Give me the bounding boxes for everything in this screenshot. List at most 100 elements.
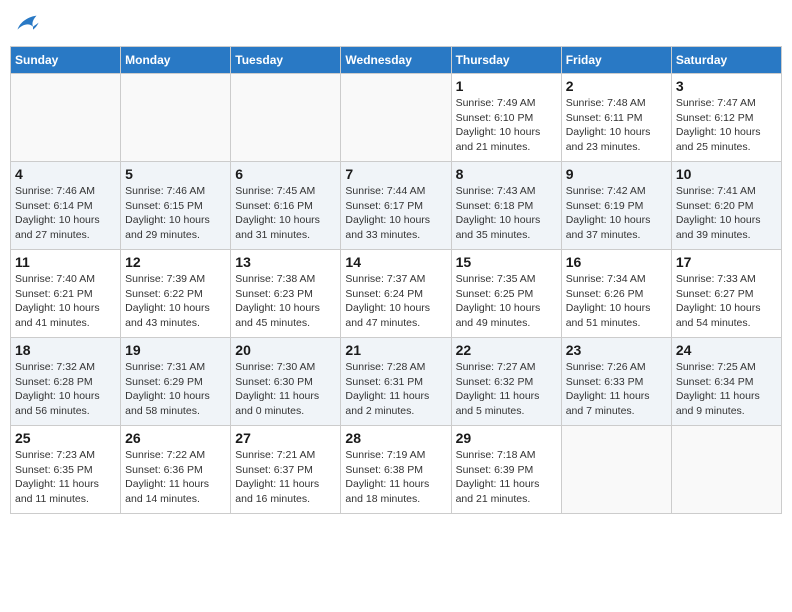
day-number: 23 <box>566 342 667 358</box>
day-info: Sunrise: 7:21 AMSunset: 6:37 PMDaylight:… <box>235 448 336 507</box>
day-info: Sunrise: 7:42 AMSunset: 6:19 PMDaylight:… <box>566 184 667 243</box>
day-info: Sunrise: 7:48 AMSunset: 6:11 PMDaylight:… <box>566 96 667 155</box>
day-number: 13 <box>235 254 336 270</box>
day-info: Sunrise: 7:22 AMSunset: 6:36 PMDaylight:… <box>125 448 226 507</box>
calendar-cell <box>341 74 451 162</box>
page-header <box>10 10 782 38</box>
column-header-friday: Friday <box>561 47 671 74</box>
day-info: Sunrise: 7:41 AMSunset: 6:20 PMDaylight:… <box>676 184 777 243</box>
day-info: Sunrise: 7:26 AMSunset: 6:33 PMDaylight:… <box>566 360 667 419</box>
calendar-cell: 14 Sunrise: 7:37 AMSunset: 6:24 PMDayligh… <box>341 250 451 338</box>
day-number: 6 <box>235 166 336 182</box>
calendar-cell: 17 Sunrise: 7:33 AMSunset: 6:27 PMDayligh… <box>671 250 781 338</box>
day-number: 14 <box>345 254 446 270</box>
logo <box>10 10 40 38</box>
day-number: 15 <box>456 254 557 270</box>
day-info: Sunrise: 7:23 AMSunset: 6:35 PMDaylight:… <box>15 448 116 507</box>
day-number: 21 <box>345 342 446 358</box>
calendar-cell: 23 Sunrise: 7:26 AMSunset: 6:33 PMDayligh… <box>561 338 671 426</box>
day-info: Sunrise: 7:44 AMSunset: 6:17 PMDaylight:… <box>345 184 446 243</box>
week-row-3: 11 Sunrise: 7:40 AMSunset: 6:21 PMDayligh… <box>11 250 782 338</box>
day-info: Sunrise: 7:45 AMSunset: 6:16 PMDaylight:… <box>235 184 336 243</box>
day-info: Sunrise: 7:31 AMSunset: 6:29 PMDaylight:… <box>125 360 226 419</box>
calendar-cell: 1Sunrise: 7:49 AMSunset: 6:10 PMDaylight… <box>451 74 561 162</box>
day-info: Sunrise: 7:34 AMSunset: 6:26 PMDaylight:… <box>566 272 667 331</box>
calendar-cell: 21 Sunrise: 7:28 AMSunset: 6:31 PMDayligh… <box>341 338 451 426</box>
calendar-cell: 3 Sunrise: 7:47 AMSunset: 6:12 PMDaylight… <box>671 74 781 162</box>
day-number: 11 <box>15 254 116 270</box>
day-info: Sunrise: 7:43 AMSunset: 6:18 PMDaylight:… <box>456 184 557 243</box>
day-number: 4 <box>15 166 116 182</box>
calendar-cell <box>561 426 671 514</box>
column-header-tuesday: Tuesday <box>231 47 341 74</box>
column-header-sunday: Sunday <box>11 47 121 74</box>
calendar-cell: 22 Sunrise: 7:27 AMSunset: 6:32 PMDayligh… <box>451 338 561 426</box>
day-number: 19 <box>125 342 226 358</box>
day-info: Sunrise: 7:35 AMSunset: 6:25 PMDaylight:… <box>456 272 557 331</box>
day-number: 18 <box>15 342 116 358</box>
day-number: 2 <box>566 78 667 94</box>
day-info: Sunrise: 7:49 AMSunset: 6:10 PMDaylight:… <box>456 96 557 155</box>
logo-bird-icon <box>12 10 40 38</box>
day-number: 28 <box>345 430 446 446</box>
calendar-cell: 10 Sunrise: 7:41 AMSunset: 6:20 PMDayligh… <box>671 162 781 250</box>
day-info: Sunrise: 7:28 AMSunset: 6:31 PMDaylight:… <box>345 360 446 419</box>
calendar-header-row: SundayMondayTuesdayWednesdayThursdayFrid… <box>11 47 782 74</box>
calendar-cell <box>231 74 341 162</box>
calendar-cell: 19 Sunrise: 7:31 AMSunset: 6:29 PMDayligh… <box>121 338 231 426</box>
day-info: Sunrise: 7:18 AMSunset: 6:39 PMDaylight:… <box>456 448 557 507</box>
day-number: 10 <box>676 166 777 182</box>
day-info: Sunrise: 7:32 AMSunset: 6:28 PMDaylight:… <box>15 360 116 419</box>
day-number: 3 <box>676 78 777 94</box>
column-header-wednesday: Wednesday <box>341 47 451 74</box>
day-number: 12 <box>125 254 226 270</box>
day-number: 24 <box>676 342 777 358</box>
day-info: Sunrise: 7:47 AMSunset: 6:12 PMDaylight:… <box>676 96 777 155</box>
calendar-cell: 26Sunrise: 7:22 AMSunset: 6:36 PMDayligh… <box>121 426 231 514</box>
calendar-cell <box>121 74 231 162</box>
day-number: 27 <box>235 430 336 446</box>
calendar-cell: 24 Sunrise: 7:25 AMSunset: 6:34 PMDayligh… <box>671 338 781 426</box>
column-header-saturday: Saturday <box>671 47 781 74</box>
day-number: 8 <box>456 166 557 182</box>
calendar-cell: 8 Sunrise: 7:43 AMSunset: 6:18 PMDaylight… <box>451 162 561 250</box>
calendar-cell: 18 Sunrise: 7:32 AMSunset: 6:28 PMDayligh… <box>11 338 121 426</box>
day-info: Sunrise: 7:37 AMSunset: 6:24 PMDaylight:… <box>345 272 446 331</box>
day-info: Sunrise: 7:46 AMSunset: 6:15 PMDaylight:… <box>125 184 226 243</box>
day-info: Sunrise: 7:30 AMSunset: 6:30 PMDaylight:… <box>235 360 336 419</box>
day-info: Sunrise: 7:25 AMSunset: 6:34 PMDaylight:… <box>676 360 777 419</box>
day-info: Sunrise: 7:19 AMSunset: 6:38 PMDaylight:… <box>345 448 446 507</box>
calendar-cell: 13Sunrise: 7:38 AMSunset: 6:23 PMDayligh… <box>231 250 341 338</box>
day-number: 20 <box>235 342 336 358</box>
day-info: Sunrise: 7:33 AMSunset: 6:27 PMDaylight:… <box>676 272 777 331</box>
day-number: 29 <box>456 430 557 446</box>
day-number: 16 <box>566 254 667 270</box>
calendar-cell: 9 Sunrise: 7:42 AMSunset: 6:19 PMDaylight… <box>561 162 671 250</box>
calendar-cell: 6 Sunrise: 7:45 AMSunset: 6:16 PMDaylight… <box>231 162 341 250</box>
calendar-cell: 27 Sunrise: 7:21 AMSunset: 6:37 PMDayligh… <box>231 426 341 514</box>
column-header-thursday: Thursday <box>451 47 561 74</box>
week-row-4: 18 Sunrise: 7:32 AMSunset: 6:28 PMDayligh… <box>11 338 782 426</box>
calendar-cell: 25 Sunrise: 7:23 AMSunset: 6:35 PMDayligh… <box>11 426 121 514</box>
week-row-5: 25 Sunrise: 7:23 AMSunset: 6:35 PMDayligh… <box>11 426 782 514</box>
day-number: 9 <box>566 166 667 182</box>
calendar-cell: 5 Sunrise: 7:46 AMSunset: 6:15 PMDaylight… <box>121 162 231 250</box>
calendar-cell: 20 Sunrise: 7:30 AMSunset: 6:30 PMDayligh… <box>231 338 341 426</box>
day-info: Sunrise: 7:39 AMSunset: 6:22 PMDaylight:… <box>125 272 226 331</box>
day-number: 22 <box>456 342 557 358</box>
week-row-2: 4 Sunrise: 7:46 AMSunset: 6:14 PMDaylight… <box>11 162 782 250</box>
calendar-cell: 15 Sunrise: 7:35 AMSunset: 6:25 PMDayligh… <box>451 250 561 338</box>
calendar-cell <box>671 426 781 514</box>
day-info: Sunrise: 7:27 AMSunset: 6:32 PMDaylight:… <box>456 360 557 419</box>
calendar-cell: 28 Sunrise: 7:19 AMSunset: 6:38 PMDayligh… <box>341 426 451 514</box>
calendar-cell <box>11 74 121 162</box>
day-info: Sunrise: 7:46 AMSunset: 6:14 PMDaylight:… <box>15 184 116 243</box>
calendar-cell: 7Sunrise: 7:44 AMSunset: 6:17 PMDaylight… <box>341 162 451 250</box>
day-number: 5 <box>125 166 226 182</box>
day-number: 17 <box>676 254 777 270</box>
calendar-cell: 2 Sunrise: 7:48 AMSunset: 6:11 PMDaylight… <box>561 74 671 162</box>
day-number: 25 <box>15 430 116 446</box>
calendar-cell: 16 Sunrise: 7:34 AMSunset: 6:26 PMDayligh… <box>561 250 671 338</box>
day-info: Sunrise: 7:40 AMSunset: 6:21 PMDaylight:… <box>15 272 116 331</box>
calendar-cell: 12 Sunrise: 7:39 AMSunset: 6:22 PMDayligh… <box>121 250 231 338</box>
